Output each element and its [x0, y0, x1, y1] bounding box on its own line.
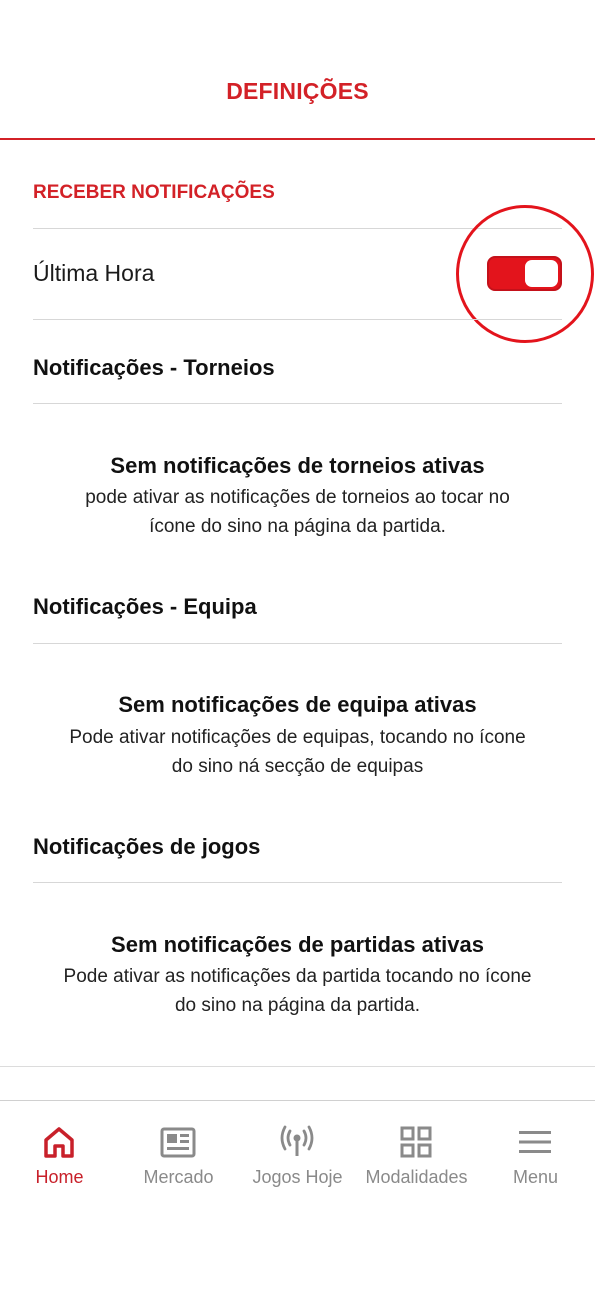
broadcast-icon [280, 1125, 314, 1156]
highlight-circle [456, 205, 594, 343]
divider [33, 319, 562, 320]
nav-item-mercado[interactable]: Mercado [119, 1103, 238, 1203]
team-empty-description: Pode ativar notificações de equipas, toc… [25, 723, 570, 781]
page-title: DEFINIÇÕES [226, 78, 369, 104]
divider [33, 403, 562, 404]
nav-item-menu[interactable]: Menu [476, 1103, 595, 1203]
description-line: pode ativar as notificações de torneios … [85, 487, 510, 508]
tournaments-empty-title: Sem notificações de torneios ativas [110, 453, 485, 478]
team-heading: Notificações - Equipa [33, 594, 257, 619]
games-empty-description: Pode ativar as notificações da partida t… [25, 962, 570, 1020]
nav-label: Jogos Hoje [252, 1167, 343, 1187]
hamburger-menu-icon [519, 1131, 551, 1153]
tournaments-heading: Notificações - Torneios [33, 355, 275, 380]
nav-label: Mercado [143, 1167, 214, 1187]
nav-item-jogos-hoje[interactable]: Jogos Hoje [238, 1103, 357, 1203]
description-line: Pode ativar notificações de equipas, toc… [69, 727, 526, 748]
home-icon [44, 1127, 74, 1158]
grid-icon [400, 1126, 432, 1158]
divider [33, 643, 562, 644]
team-empty-title: Sem notificações de equipa ativas [118, 692, 477, 717]
nav-label: Menu [512, 1167, 559, 1187]
bottom-nav-divider [0, 1100, 595, 1101]
section-label-receive-notifications: RECEBER NOTIFICAÇÕES [33, 182, 275, 203]
description-line: Pode ativar as notificações da partida t… [63, 966, 532, 987]
nav-item-home[interactable]: Home [0, 1103, 119, 1203]
games-empty-title: Sem notificações de partidas ativas [111, 932, 484, 957]
divider [0, 1066, 595, 1067]
divider [33, 882, 562, 883]
games-heading: Notificações de jogos [33, 834, 261, 859]
nav-label: Modalidades [365, 1167, 468, 1187]
newspaper-icon [160, 1127, 196, 1158]
breaking-news-label: Última Hora [33, 260, 155, 286]
tournaments-empty-description: pode ativar as notificações de torneios … [25, 483, 570, 541]
bottom-navigation: Home Mercado Jogos Hoje Modalidades Menu [0, 1103, 595, 1213]
nav-label: Home [35, 1167, 84, 1187]
nav-item-modalidades[interactable]: Modalidades [357, 1103, 476, 1203]
description-line: do sino ná secção de equipas [171, 756, 424, 777]
description-line: ícone do sino na página da partida. [149, 516, 446, 537]
header: DEFINIÇÕES [0, 0, 595, 140]
description-line: do sino na página da partida. [174, 995, 421, 1016]
